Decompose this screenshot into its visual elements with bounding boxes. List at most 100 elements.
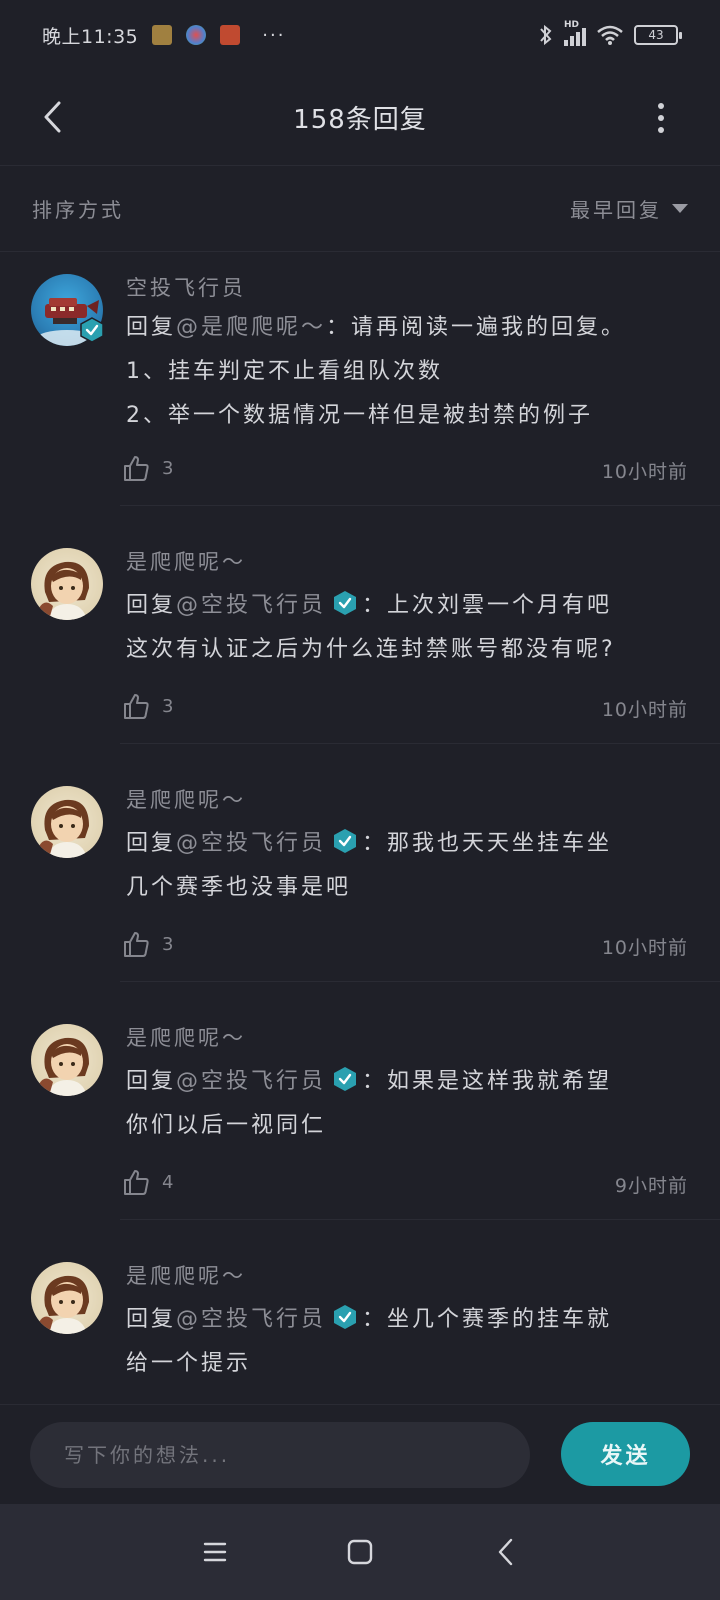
back-arrow-icon [498, 1538, 513, 1566]
reply-item: 是爬爬呢～ 回复@空投飞行员 ：如果是这样我就希望 你们以后一视同仁 4 9小时前 [0, 982, 720, 1220]
reply-line: 回复@空投飞行员 ：如果是这样我就希望 [126, 1060, 686, 1104]
reply-line: 给一个提示 [126, 1351, 252, 1376]
verified-badge-icon [334, 591, 357, 615]
reply-time: 10小时前 [601, 699, 688, 721]
girl-avatar-icon [37, 561, 89, 620]
mention-link[interactable]: @是爬爬呢～ [176, 315, 326, 340]
reply-item: 是爬爬呢～ 回复@空投飞行员 ：上次刘雲一个月有吧 这次有认证之后为什么连封禁账号… [0, 506, 720, 744]
mention-link[interactable]: @空投飞行员 [176, 593, 326, 618]
reply-list: 空投飞行员 回复@是爬爬呢～：请再阅读一遍我的回复。 1、挂车判定不止看组队次数… [0, 252, 720, 1404]
sort-selected-value: 最早回复 [570, 198, 662, 222]
dot [658, 127, 664, 133]
thumbs-up-icon [124, 456, 149, 481]
reply-text: 回复@空投飞行员 ：上次刘雲一个月有吧 这次有认证之后为什么连封禁账号都没有呢? [126, 584, 686, 672]
game-notification-icon [186, 25, 207, 45]
page-title: 158条回复 [293, 105, 427, 135]
signal-icon: HD [564, 20, 586, 46]
comment-input[interactable] [30, 1422, 530, 1488]
reply-item: 是爬爬呢～ 回复@空投飞行员 ：坐几个赛季的挂车就 给一个提示 [0, 1220, 720, 1404]
like-button[interactable]: 3 [122, 692, 173, 720]
reply-text: 回复@空投飞行员 ：坐几个赛季的挂车就 给一个提示 [126, 1298, 686, 1386]
reply-line-text: ：坐几个赛季的挂车就 [362, 1307, 613, 1332]
reply-author[interactable]: 是爬爬呢～ [126, 546, 246, 576]
user-avatar[interactable] [31, 1262, 103, 1334]
thumbs-up-icon [124, 694, 149, 719]
girl-avatar-icon [37, 1275, 89, 1334]
girl-avatar-icon [37, 799, 89, 858]
status-time: 晚上11:35 [42, 25, 139, 48]
reply-text: 回复@空投飞行员 ：如果是这样我就希望 你们以后一视同仁 [126, 1060, 686, 1148]
bluetooth-icon [540, 24, 552, 46]
reply-item: 空投飞行员 回复@是爬爬呢～：请再阅读一遍我的回复。 1、挂车判定不止看组队次数… [0, 252, 720, 506]
reply-line: 2、举一个数据情况一样但是被封禁的例子 [126, 403, 593, 428]
sort-dropdown[interactable]: 最早回复 [570, 194, 688, 223]
like-button[interactable]: 4 [122, 1168, 173, 1196]
user-avatar[interactable] [31, 548, 103, 620]
girl-avatar-icon [37, 1037, 89, 1096]
user-avatar[interactable] [31, 1024, 103, 1096]
reply-prefix: 回复 [126, 593, 177, 618]
reply-author[interactable]: 空投飞行员 [126, 272, 246, 302]
user-avatar[interactable] [31, 786, 103, 858]
status-bar: 晚上11:35 ··· HD 43 [0, 0, 720, 70]
reply-time: 9小时前 [614, 1175, 688, 1197]
system-back-button[interactable] [485, 1532, 525, 1572]
home-button[interactable] [340, 1532, 380, 1572]
mail-notification-icon [220, 25, 241, 45]
wifi-icon [597, 25, 623, 45]
system-nav-bar [0, 1504, 720, 1600]
header: 158条回复 [0, 70, 720, 166]
reply-prefix: 回复 [126, 831, 177, 856]
like-count: 3 [162, 933, 174, 955]
battery-icon: 43 [634, 25, 682, 45]
reply-author[interactable]: 是爬爬呢～ [126, 1022, 246, 1052]
reply-time: 10小时前 [601, 937, 688, 959]
chevron-left-icon [44, 101, 61, 133]
thumbs-up-icon [124, 932, 149, 957]
menu-icon [203, 1542, 227, 1562]
reply-prefix: 回复 [126, 1069, 177, 1094]
reply-line: 这次有认证之后为什么连封禁账号都没有呢? [126, 637, 616, 662]
more-options-button[interactable] [646, 96, 676, 140]
like-button[interactable]: 3 [122, 930, 173, 958]
reply-author[interactable]: 是爬爬呢～ [126, 1260, 246, 1290]
like-count: 3 [162, 457, 174, 479]
reply-line-text: ：如果是这样我就希望 [362, 1069, 613, 1094]
verified-badge-icon [334, 829, 357, 853]
reply-time: 10小时前 [601, 461, 688, 483]
reply-line: 几个赛季也没事是吧 [126, 875, 352, 900]
mention-link[interactable]: @空投飞行员 [176, 831, 326, 856]
mention-link[interactable]: @空投飞行员 [176, 1307, 326, 1332]
message-notification-icon [152, 25, 173, 45]
reply-author[interactable]: 是爬爬呢～ [126, 784, 246, 814]
mention-link[interactable]: @空投飞行员 [176, 1069, 326, 1094]
verified-badge-icon [80, 317, 104, 343]
sort-bar: 排序方式 最早回复 [0, 166, 720, 252]
sort-label: 排序方式 [32, 198, 124, 222]
reply-line: 1、挂车判定不止看组队次数 [126, 359, 443, 384]
reply-line: 回复@空投飞行员 ：那我也天天坐挂车坐 [126, 822, 686, 866]
reply-text: 回复@是爬爬呢～：请再阅读一遍我的回复。 1、挂车判定不止看组队次数 2、举一个… [126, 306, 686, 438]
more-notifications-icon: ··· [262, 24, 286, 46]
reply-line: 回复@空投飞行员 ：坐几个赛季的挂车就 [126, 1298, 686, 1342]
reply-prefix: 回复 [126, 315, 177, 340]
back-button[interactable] [32, 92, 72, 142]
network-type-label: HD [564, 20, 580, 30]
reply-line: 你们以后一视同仁 [126, 1113, 327, 1138]
reply-text: 回复@空投飞行员 ：那我也天天坐挂车坐 几个赛季也没事是吧 [126, 822, 686, 910]
comment-composer: 发送 [0, 1404, 720, 1504]
caret-down-icon [672, 204, 688, 213]
reply-line: 回复@是爬爬呢～：请再阅读一遍我的回复。 [126, 306, 686, 350]
reply-prefix: 回复 [126, 1307, 177, 1332]
home-square-icon [347, 1539, 373, 1565]
like-count: 3 [162, 695, 174, 717]
dot [658, 103, 664, 109]
recent-apps-button[interactable] [195, 1532, 235, 1572]
like-count: 4 [162, 1171, 174, 1193]
dot [658, 115, 664, 121]
verified-badge-icon [334, 1305, 357, 1329]
verified-badge-icon [334, 1067, 357, 1091]
thumbs-up-icon [124, 1170, 149, 1195]
like-button[interactable]: 3 [122, 454, 173, 482]
send-button[interactable]: 发送 [561, 1422, 690, 1486]
